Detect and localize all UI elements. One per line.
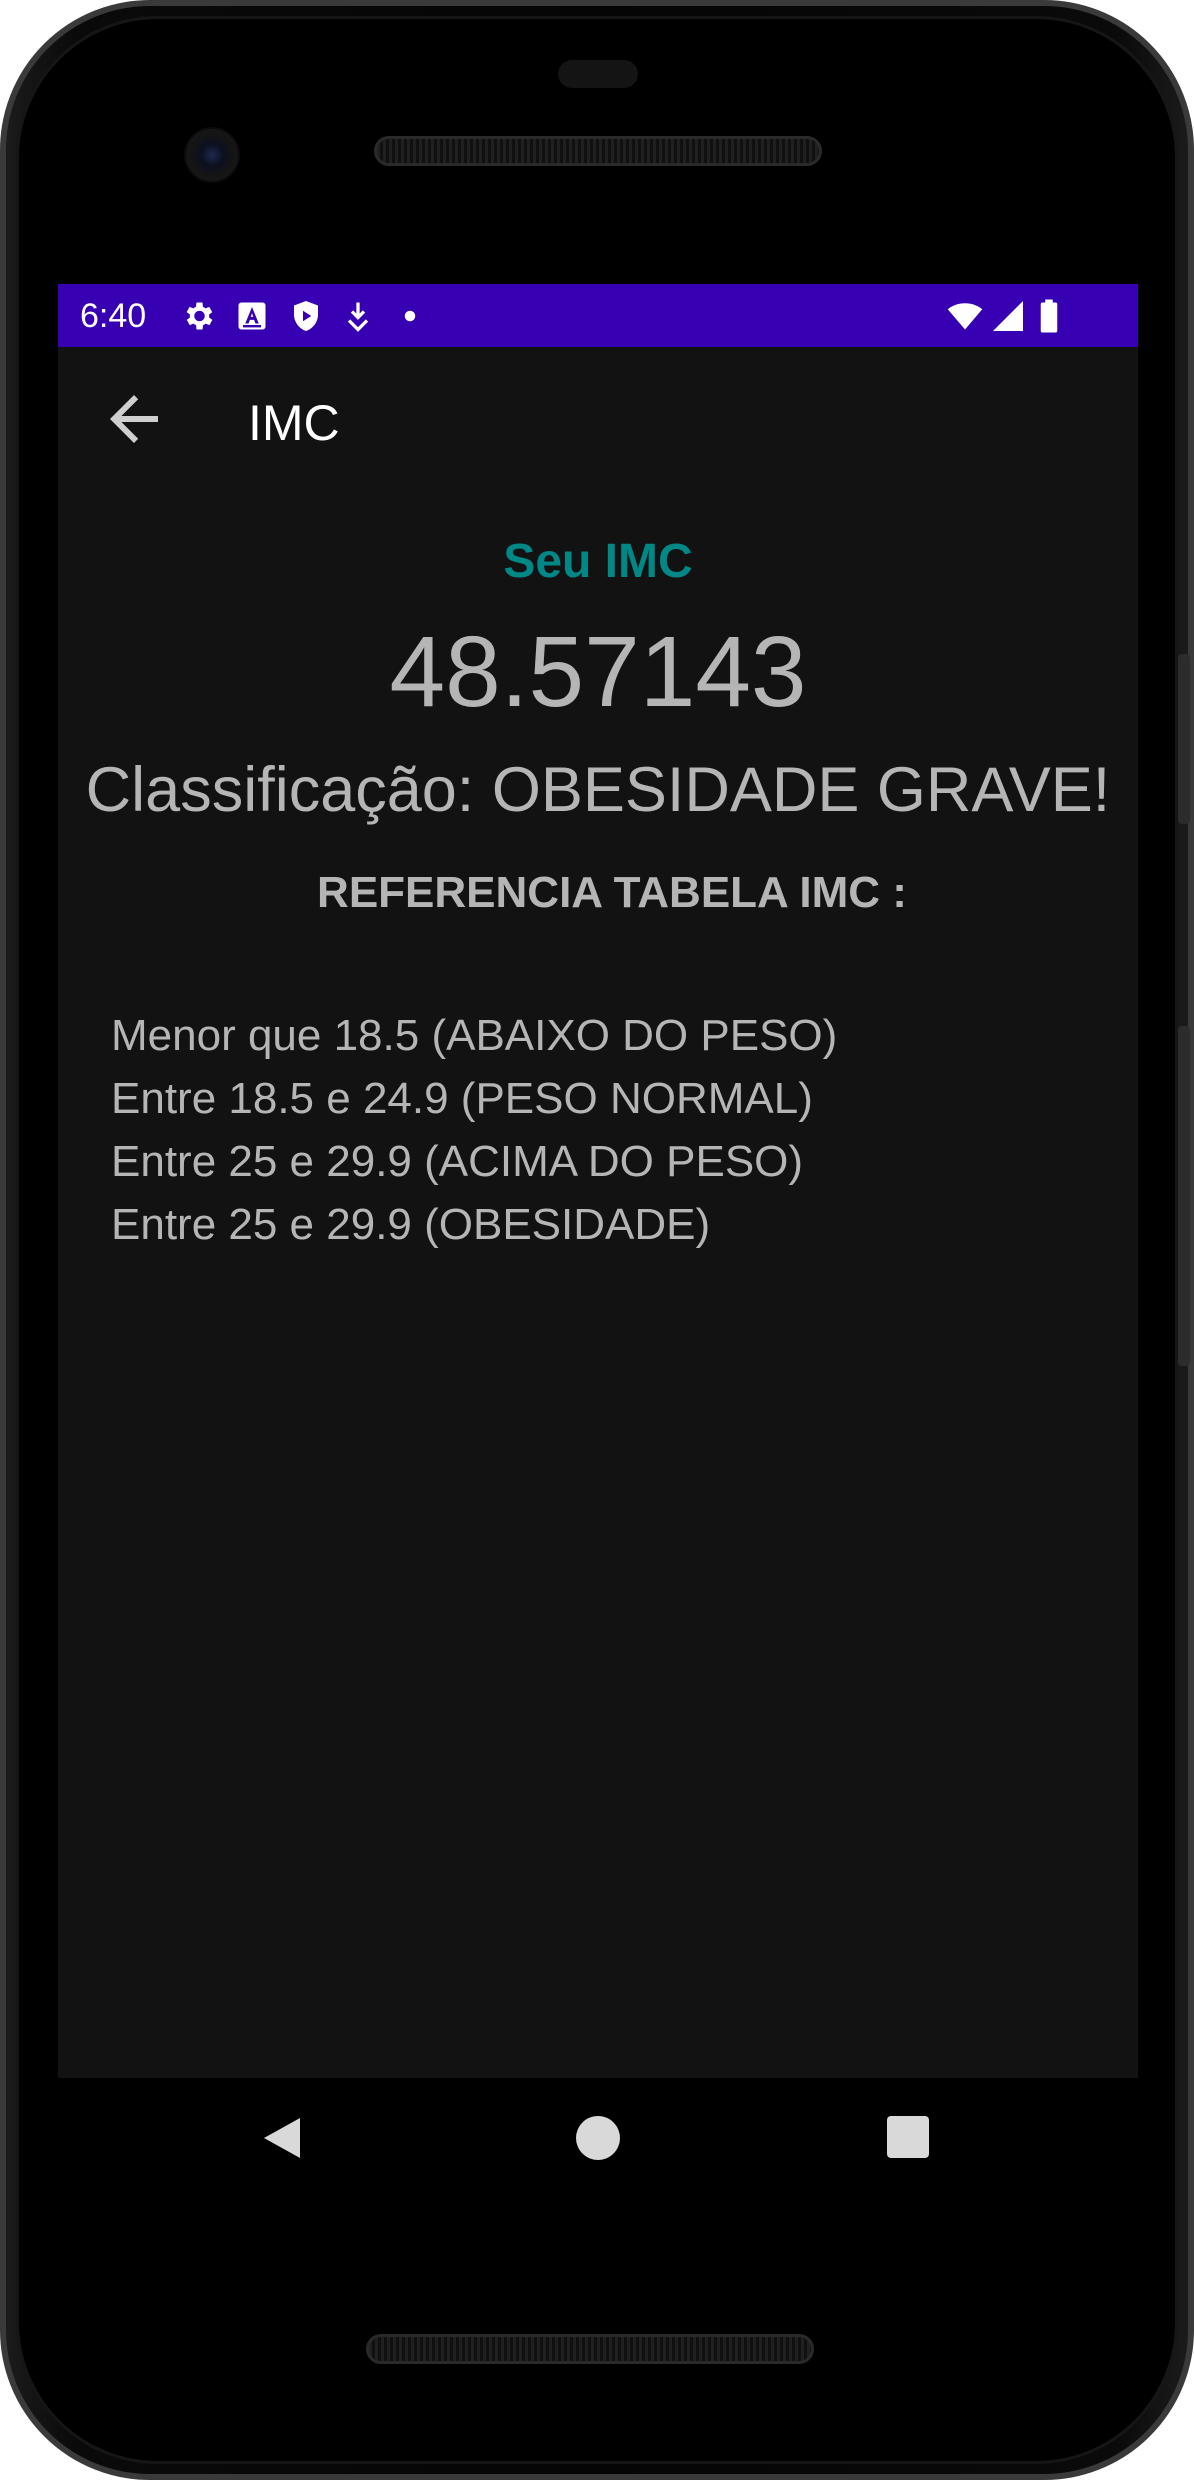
imc-value: 48.57143 <box>389 616 807 728</box>
reference-item: Entre 25 e 29.9 (ACIMA DO PESO) <box>111 1137 804 1186</box>
front-camera-icon <box>184 127 240 183</box>
nav-home-icon[interactable] <box>576 2116 620 2160</box>
screen: 6:40 IMC Seu IMC 48.57143 Classificação:… <box>58 284 1138 2078</box>
volume-button <box>1178 1026 1190 1366</box>
classification-text: Classificação: OBESIDADE GRAVE! <box>85 755 1111 825</box>
nav-back-icon[interactable] <box>260 2114 304 2162</box>
reference-item: Menor que 18.5 (ABAIXO DO PESO) <box>111 1011 838 1060</box>
power-button <box>1178 654 1190 824</box>
shield-play-icon <box>294 301 318 331</box>
navigation-bar <box>6 2078 1194 2208</box>
battery-icon <box>1040 299 1058 333</box>
download-icon <box>347 302 369 332</box>
wifi-icon <box>947 303 983 330</box>
reference-list: Menor que 18.5 (ABAIXO DO PESO) Entre 18… <box>111 1004 837 1256</box>
gear-icon <box>186 302 213 330</box>
status-bar: 6:40 <box>58 284 1138 347</box>
app-bar: IMC <box>58 347 1138 494</box>
main-content: Seu IMC 48.57143 Classificação: OBESIDAD… <box>58 494 1138 2078</box>
bottom-speaker <box>366 2334 814 2364</box>
reference-item: Entre 18.5 e 24.9 (PESO NORMAL) <box>111 1074 813 1123</box>
reference-item: Entre 25 e 29.9 (OBESIDADE) <box>111 1200 711 1249</box>
result-label: Seu IMC <box>503 535 693 588</box>
phone-frame: 6:40 IMC Seu IMC 48.57143 Classificação:… <box>0 0 1194 2480</box>
earpiece-speaker <box>374 136 822 166</box>
app-title: IMC <box>248 395 340 451</box>
arrow-left-icon[interactable] <box>98 383 170 455</box>
nav-recents-icon[interactable] <box>887 2116 929 2158</box>
signal-icon <box>993 301 1023 331</box>
app-store-icon <box>238 302 266 330</box>
reference-title: REFERENCIA TABELA IMC : <box>317 868 907 917</box>
dot-icon <box>404 310 416 322</box>
proximity-sensor <box>558 60 638 88</box>
status-time: 6:40 <box>80 297 147 335</box>
